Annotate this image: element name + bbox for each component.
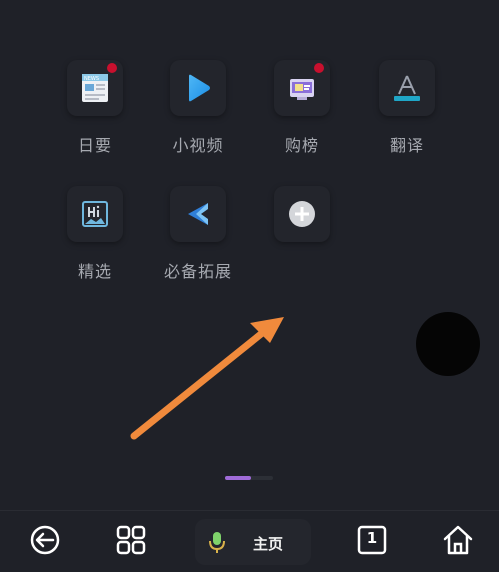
add-icon bbox=[289, 201, 315, 227]
tabs-button[interactable]: 1 bbox=[355, 523, 389, 561]
shopping-rank-icon-box bbox=[274, 60, 330, 116]
app-tile-daily[interactable]: NEWS 日要 bbox=[45, 60, 145, 156]
home-button[interactable] bbox=[441, 523, 475, 561]
app-label-featured: 精选 bbox=[77, 262, 112, 281]
translate-icon-box bbox=[379, 60, 435, 116]
app-label-daily: 日要 bbox=[77, 136, 112, 155]
app-tile-translate[interactable]: 翻译 bbox=[357, 60, 457, 156]
extensions-icon-box bbox=[170, 186, 226, 242]
app-tile-short-video[interactable]: 小视频 bbox=[148, 60, 248, 156]
app-label-translate: 翻译 bbox=[389, 136, 424, 155]
app-label-extensions: 必备拓展 bbox=[163, 262, 232, 281]
apps-grid-button[interactable] bbox=[114, 523, 148, 561]
back-arrow-icon bbox=[30, 525, 60, 555]
add-icon-box bbox=[274, 186, 330, 242]
app-tile-featured[interactable]: 精选 bbox=[45, 186, 145, 282]
play-icon bbox=[189, 74, 210, 102]
app-tile-extensions[interactable]: 必备拓展 bbox=[148, 186, 248, 282]
short-video-icon-box bbox=[170, 60, 226, 116]
news-icon: NEWS bbox=[82, 74, 108, 102]
extension-icon bbox=[188, 203, 208, 225]
featured-icon bbox=[82, 201, 108, 227]
daily-news-icon-box: NEWS bbox=[67, 60, 123, 116]
floating-ball-button[interactable] bbox=[416, 312, 480, 376]
notification-badge bbox=[314, 63, 324, 73]
grid-icon bbox=[116, 525, 146, 555]
svg-text:NEWS: NEWS bbox=[84, 76, 99, 82]
home-label: 主页 bbox=[253, 535, 284, 553]
house-icon bbox=[443, 525, 473, 555]
app-label-shopping-rank: 购榜 bbox=[284, 136, 319, 155]
app-tile-add[interactable] bbox=[252, 186, 352, 258]
app-label-short-video: 小视频 bbox=[172, 136, 224, 155]
app-tile-shopping-rank[interactable]: 购榜 bbox=[252, 60, 352, 156]
featured-icon-box bbox=[67, 186, 123, 242]
microphone-icon bbox=[209, 532, 225, 553]
bottom-navigation-bar: 主页 1 bbox=[0, 510, 499, 572]
translate-icon bbox=[394, 75, 420, 101]
page-indicator-active bbox=[225, 476, 251, 480]
tab-count: 1 bbox=[366, 529, 378, 547]
page-indicator bbox=[225, 476, 273, 480]
home-voice-button[interactable]: 主页 bbox=[195, 519, 311, 565]
notification-badge bbox=[107, 63, 117, 73]
shop-ranking-icon bbox=[290, 79, 314, 100]
back-button[interactable] bbox=[28, 523, 62, 561]
